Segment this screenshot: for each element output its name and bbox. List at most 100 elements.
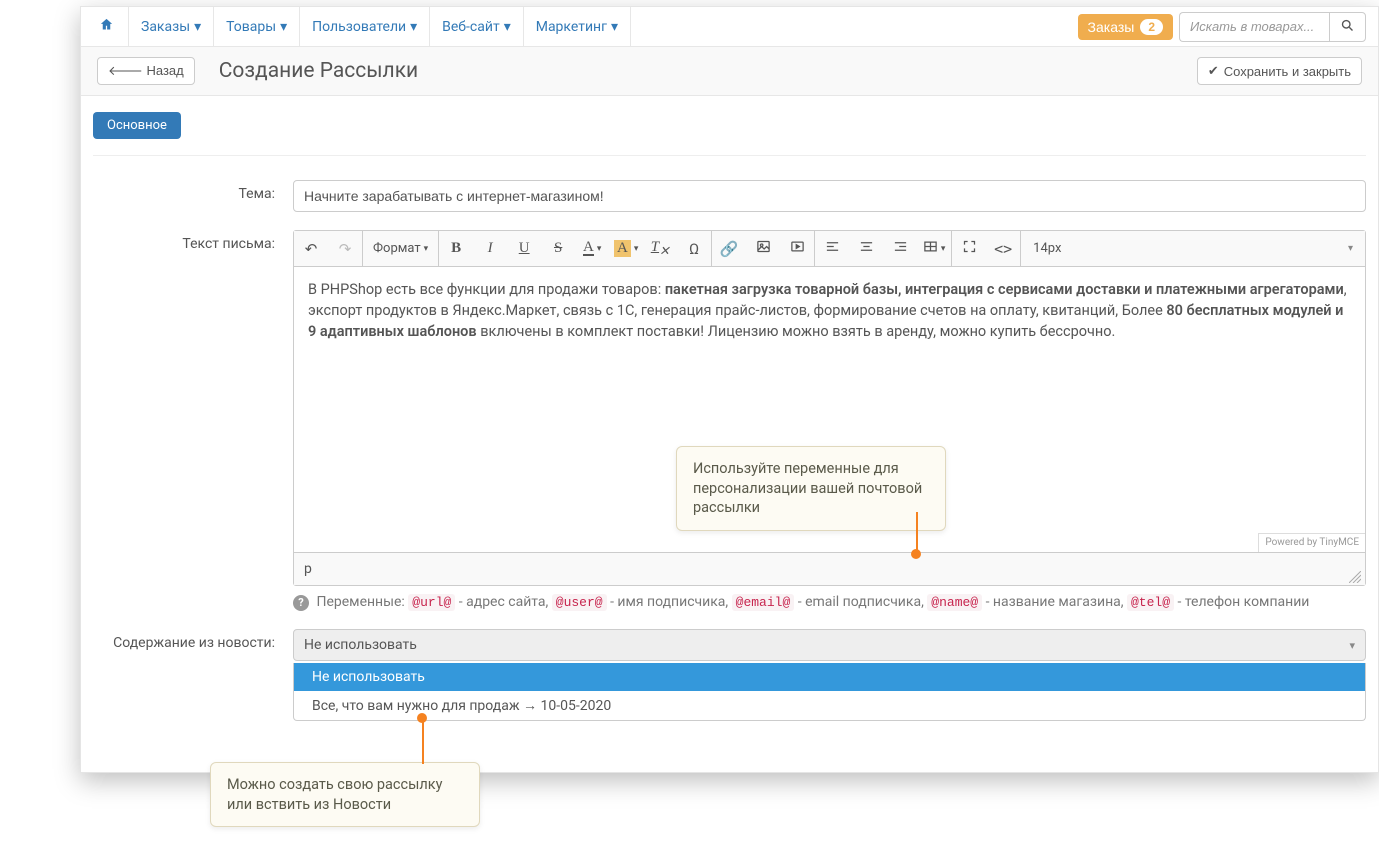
editor-text-3: включены в комплект поставки! Лицензию м… (477, 323, 1116, 340)
powered-label: Powered by TinyMCE (1258, 533, 1365, 553)
search-group (1179, 12, 1366, 42)
resize-handle[interactable] (1349, 571, 1361, 583)
tab-main[interactable]: Основное (93, 112, 181, 139)
strike-icon: S (554, 240, 562, 257)
alignright-button[interactable] (883, 231, 917, 266)
undo-button[interactable]: ↶ (294, 231, 328, 266)
alignleft-button[interactable] (815, 231, 849, 266)
underline-button[interactable]: U (507, 231, 541, 266)
nav-users-label: Пользователи (312, 19, 406, 35)
callout-news: Можно создать свою рассылку или вствить … (210, 762, 480, 827)
subject-row: Тема: (93, 180, 1366, 212)
news-option-0[interactable]: Не использовать (294, 663, 1365, 691)
var-url: @url@ (408, 594, 455, 611)
tabs: Основное (81, 96, 1378, 139)
orders-badge-count: 2 (1140, 19, 1163, 35)
format-label: Формат (373, 241, 421, 256)
editor-text-1: В PHPShop есть все функции для продажи т… (308, 281, 665, 298)
orders-badge-label: Заказы (1088, 19, 1135, 35)
aligncenter-icon (859, 239, 874, 258)
callout-vars-text: Используйте переменные для персонализаци… (693, 460, 922, 516)
news-label: Содержание из новости: (93, 629, 293, 721)
aligncenter-button[interactable] (849, 231, 883, 266)
link-button[interactable]: 🔗 (712, 231, 746, 266)
strike-button[interactable]: S (541, 231, 575, 266)
image-button[interactable] (746, 231, 780, 266)
callout-line (422, 720, 424, 764)
caret-down-icon: ▾ (597, 244, 602, 254)
nav-products[interactable]: Товары ▾ (214, 7, 300, 46)
check-icon: ✔ (1208, 63, 1219, 79)
rich-editor: ↶ ↷ Формат ▾ B I (293, 230, 1366, 586)
table-button[interactable]: ▾ (917, 231, 951, 266)
caret-down-icon: ▾ (1349, 639, 1355, 652)
var-url-desc: - адрес сайта, (455, 594, 551, 610)
nav-users[interactable]: Пользователи ▾ (300, 7, 430, 46)
subject-label: Тема: (93, 180, 293, 212)
specialchar-button[interactable]: Ω (677, 231, 711, 266)
var-tel: @tel@ (1127, 594, 1174, 611)
bold-icon: B (451, 240, 461, 257)
nav-home[interactable] (85, 7, 129, 46)
orders-badge-button[interactable]: Заказы 2 (1078, 14, 1173, 40)
search-button[interactable] (1329, 12, 1366, 42)
save-close-button[interactable]: ✔ Сохранить и закрыть (1197, 57, 1362, 85)
editor-bold-1: пакетная загрузка товарной базы, интегра… (665, 281, 1344, 298)
form-area: Тема: Текст письма: ↶ ↷ (81, 156, 1378, 721)
fontsize-dropdown[interactable]: 14px ▾ (1021, 231, 1365, 266)
back-button[interactable]: 🡐 Назад (97, 57, 195, 85)
arrow-left-icon: 🡐 (108, 63, 146, 78)
callout-dot-icon (911, 549, 921, 559)
editor-toolbar: ↶ ↷ Формат ▾ B I (294, 231, 1365, 267)
news-select-trigger[interactable]: Не использовать ▾ (293, 629, 1366, 661)
main-panel: Заказы ▾ Товары ▾ Пользователи ▾ Веб-сай… (80, 6, 1379, 773)
fullscreen-button[interactable] (952, 231, 986, 266)
news-select-dropdown: Не использовать Все, что вам нужно для п… (293, 663, 1366, 721)
nav-website[interactable]: Веб-сайт ▾ (430, 7, 524, 46)
news-option-1[interactable]: Все, что вам нужно для продаж → 10-05-20… (294, 691, 1365, 720)
link-icon: 🔗 (720, 240, 739, 258)
media-icon (790, 239, 805, 258)
subject-input[interactable] (293, 180, 1366, 212)
news-select: Не использовать ▾ Не использовать Все, ч… (293, 629, 1366, 721)
back-label: Назад (146, 63, 183, 78)
code-button[interactable]: <> (986, 231, 1020, 266)
news-select-current: Не использовать (304, 637, 417, 653)
caret-down-icon: ▾ (611, 19, 618, 35)
page-header: 🡐 Назад Создание Рассылки ✔ Сохранить и … (81, 47, 1378, 96)
bold-button[interactable]: B (439, 231, 473, 266)
var-email: @email@ (732, 594, 795, 611)
nav-orders[interactable]: Заказы ▾ (129, 7, 214, 46)
format-dropdown[interactable]: Формат ▾ (363, 231, 438, 266)
caret-down-icon: ▾ (410, 19, 417, 35)
fullscreen-icon (962, 239, 977, 258)
bgcolor-button[interactable]: A▾ (609, 231, 643, 266)
callout-line (916, 512, 918, 552)
textcolor-icon: A (583, 241, 594, 257)
question-icon: ? (293, 595, 309, 611)
media-button[interactable] (780, 231, 814, 266)
italic-button[interactable]: I (473, 231, 507, 266)
var-user-desc: - имя подписчика, (607, 594, 732, 610)
news-row: Содержание из новости: Не использовать ▾… (93, 629, 1366, 721)
alignright-icon (893, 239, 908, 258)
page-title: Создание Рассылки (219, 59, 418, 83)
search-input[interactable] (1179, 12, 1329, 42)
undo-icon: ↶ (305, 240, 318, 258)
nav-right: Заказы 2 (1078, 12, 1374, 42)
nav-marketing-label: Маркетинг (536, 19, 607, 35)
callout-news-text: Можно создать свою рассылку или вствить … (227, 776, 442, 813)
clearformat-button[interactable]: T✕ (643, 231, 677, 266)
clearformat-icon: T✕ (651, 239, 670, 259)
var-name-desc: - название магазина, (982, 594, 1127, 610)
caret-down-icon: ▾ (634, 244, 639, 254)
caret-down-icon: ▾ (280, 19, 287, 35)
page-root: Заказы ▾ Товары ▾ Пользователи ▾ Веб-сай… (0, 0, 1379, 853)
nav-marketing[interactable]: Маркетинг ▾ (524, 7, 631, 46)
textcolor-button[interactable]: A▾ (575, 231, 609, 266)
body-label: Текст письма: (93, 230, 293, 611)
nav-products-label: Товары (226, 19, 276, 35)
nav-website-label: Веб-сайт (442, 19, 500, 35)
var-user: @user@ (552, 594, 607, 611)
redo-button[interactable]: ↷ (328, 231, 362, 266)
